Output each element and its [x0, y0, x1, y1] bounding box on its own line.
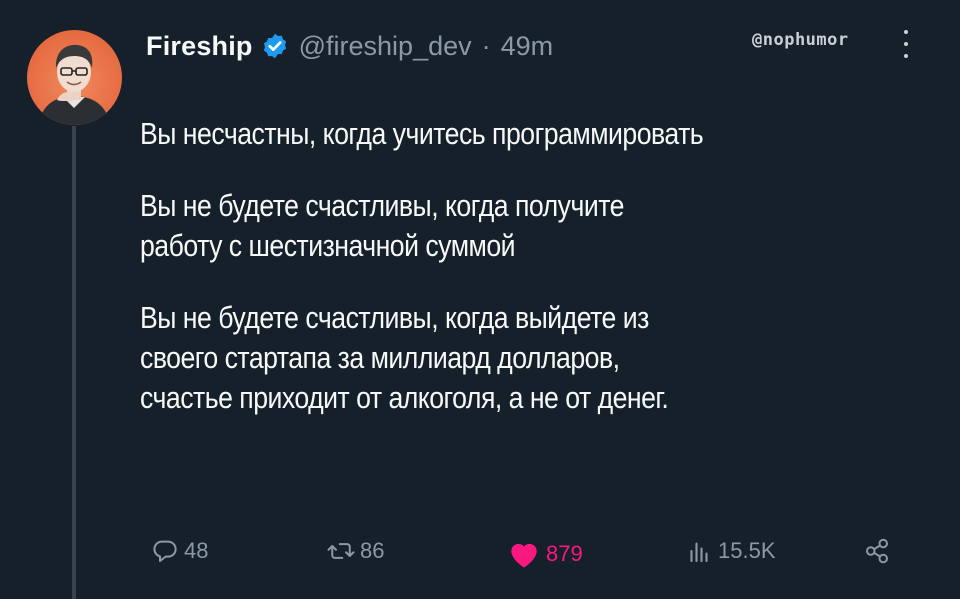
tweet-line: Вы не будете счастливы, когда получите: [140, 188, 624, 223]
more-icon[interactable]: [902, 30, 910, 58]
avatar-portrait: [39, 44, 110, 125]
retweet-count: 86: [360, 538, 385, 563]
retweet-icon: [327, 543, 355, 559]
verified-badge-icon: [263, 33, 286, 59]
heart-icon: [511, 543, 537, 568]
reply-button[interactable]: 48: [150, 536, 208, 566]
views-button[interactable]: 15.5K: [684, 536, 776, 566]
header-separator: ·: [481, 30, 491, 61]
tweet-text: Вы несчастны, когда учитесь программиров…: [140, 114, 828, 450]
tweet-paragraph: Вы не будете счастливы, когда получите р…: [140, 186, 828, 266]
tweet-line: Вы несчастны, когда учитесь программиров…: [140, 116, 704, 151]
reply-count: 48: [184, 538, 209, 563]
tweet-header: Fireship @fireship_dev · 49m: [146, 26, 553, 66]
share-button[interactable]: [862, 536, 892, 566]
like-button[interactable]: 879: [506, 536, 583, 572]
avatar[interactable]: [27, 30, 122, 125]
tweet-line: счастье приходит от алкоголя, а не от де…: [140, 380, 669, 415]
share-icon: [866, 538, 888, 564]
tweet-line: работу с шестизначной суммой: [140, 228, 516, 263]
views-count: 15.5K: [718, 538, 776, 563]
tweet-paragraph: Вы не будете счастливы, когда выйдете из…: [140, 298, 828, 418]
tweet-line: своего стартапа за миллиард долларов,: [140, 340, 620, 375]
timestamp[interactable]: 49m: [501, 31, 554, 62]
reply-icon: [153, 540, 177, 562]
handle[interactable]: @fireship_dev: [299, 31, 472, 62]
watermark: @nophumor: [752, 30, 849, 50]
action-bar: 48 86 879 15.5K: [0, 530, 960, 574]
thread-line: [72, 126, 76, 599]
retweet-button[interactable]: 86: [326, 536, 384, 566]
views-icon: [690, 542, 708, 563]
tweet-paragraph: Вы несчастны, когда учитесь программиров…: [140, 114, 828, 154]
display-name[interactable]: Fireship: [146, 31, 253, 62]
tweet-line: Вы не будете счастливы, когда выйдете из: [140, 300, 649, 335]
like-count: 879: [546, 541, 583, 566]
